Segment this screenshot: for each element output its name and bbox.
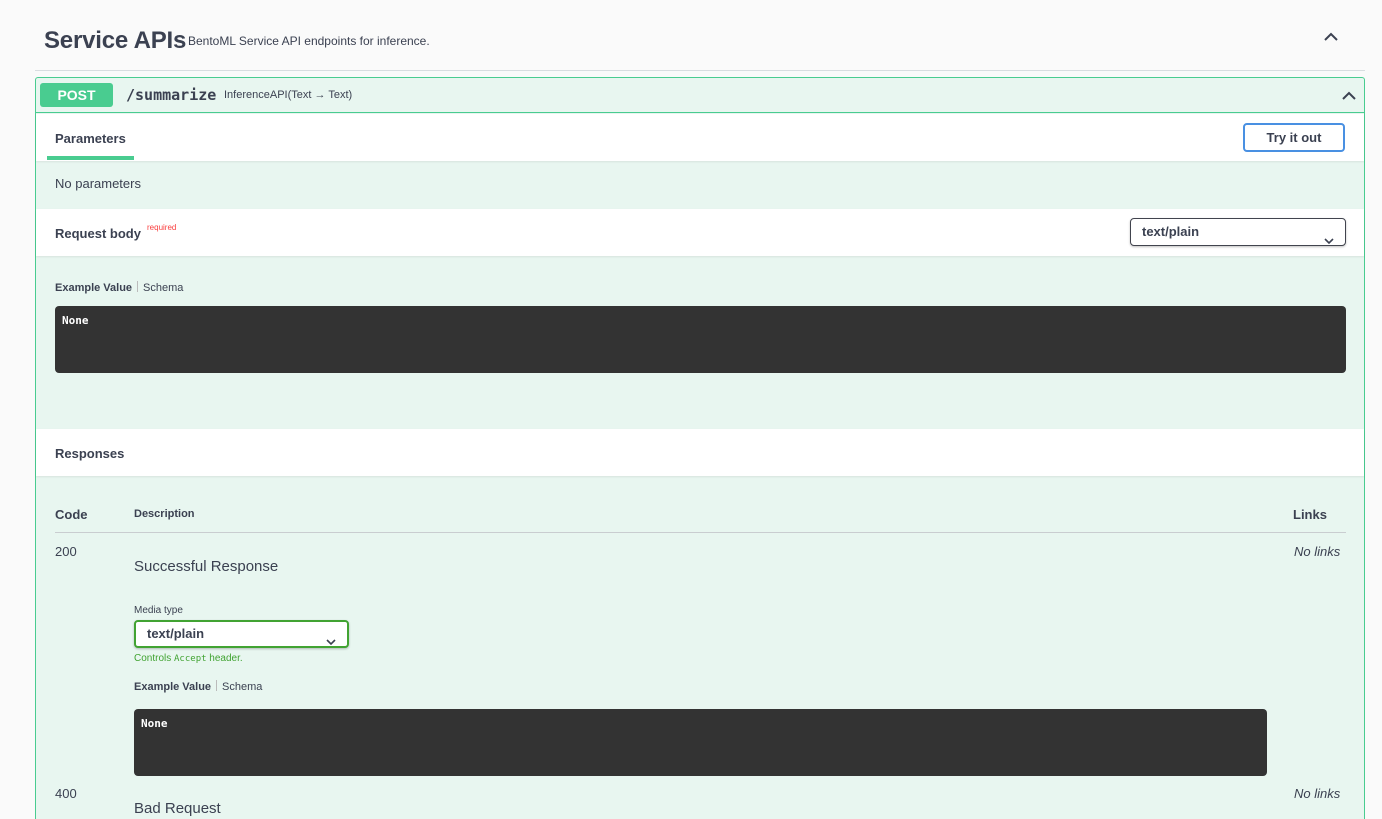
request-schema-tab[interactable]: Schema — [143, 282, 183, 294]
operation-description: InferenceAPI(Text → Text) — [224, 89, 353, 101]
request-content-type-select[interactable]: text/plain — [1130, 218, 1346, 246]
chevron-up-icon[interactable] — [1339, 86, 1359, 106]
controls-note-header: Accept — [174, 654, 207, 664]
response-media-type-select[interactable]: text/plain — [134, 620, 349, 648]
controls-accept-note: Controls Accept header. — [134, 653, 243, 664]
operation-path: /summarize — [126, 86, 217, 104]
request-content-type-value: text/plain — [1142, 224, 1200, 239]
try-it-out-button[interactable]: Try it out — [1243, 123, 1345, 152]
table-divider — [55, 532, 1346, 533]
responses-bar: Responses — [36, 429, 1364, 476]
response-description-400: Bad Request — [134, 800, 221, 817]
request-example-tabs: Example Value Schema — [55, 281, 183, 294]
response-links-200: No links — [1294, 544, 1341, 559]
responses-title: Responses — [55, 446, 125, 461]
response-example-code: None — [134, 709, 1267, 776]
section-title: Service APIs — [44, 27, 187, 54]
parameters-bar: Parameters Try it out — [36, 114, 1364, 161]
response-example-text: None — [141, 717, 168, 730]
header-description: Description — [134, 508, 195, 520]
method-badge: POST — [40, 83, 113, 107]
response-example-tabs: Example Value Schema — [134, 680, 262, 693]
chevron-down-icon — [326, 630, 336, 646]
section-description: BentoML Service API endpoints for infere… — [188, 34, 430, 48]
request-example-text: None — [62, 314, 89, 327]
tab-parameters[interactable]: Parameters — [55, 131, 126, 146]
chevron-down-icon — [1324, 228, 1334, 245]
response-code-400: 400 — [55, 786, 77, 801]
tab-underline — [47, 156, 134, 160]
controls-note-prefix: Controls — [134, 653, 175, 664]
opblock-summary[interactable]: POST /summarize InferenceAPI(Text → Text… — [36, 78, 1364, 113]
controls-note-suffix: header. — [206, 653, 243, 664]
response-code-200: 200 — [55, 544, 77, 559]
required-label: required — [147, 223, 177, 232]
response-example-value-tab[interactable]: Example Value — [134, 681, 211, 693]
opblock-post-summarize: POST /summarize InferenceAPI(Text → Text… — [35, 77, 1365, 819]
header-code: Code — [55, 507, 88, 522]
request-example-value-tab[interactable]: Example Value — [55, 282, 132, 294]
response-links-400: No links — [1294, 786, 1341, 801]
request-body-title: Request body — [55, 226, 141, 241]
request-example-code: None — [55, 306, 1346, 373]
media-type-label: Media type — [134, 605, 183, 616]
header-links: Links — [1293, 507, 1327, 522]
response-description-200: Successful Response — [134, 558, 279, 575]
section-header[interactable]: Service APIs BentoML Service API endpoin… — [35, 0, 1365, 71]
no-parameters-text: No parameters — [55, 176, 141, 191]
tab-separator — [137, 281, 139, 292]
response-schema-tab[interactable]: Schema — [222, 681, 262, 693]
request-body-bar: Request body required text/plain — [36, 209, 1364, 256]
tab-separator — [216, 680, 218, 691]
response-media-type-value: text/plain — [147, 626, 205, 641]
chevron-up-icon[interactable] — [1320, 26, 1342, 48]
